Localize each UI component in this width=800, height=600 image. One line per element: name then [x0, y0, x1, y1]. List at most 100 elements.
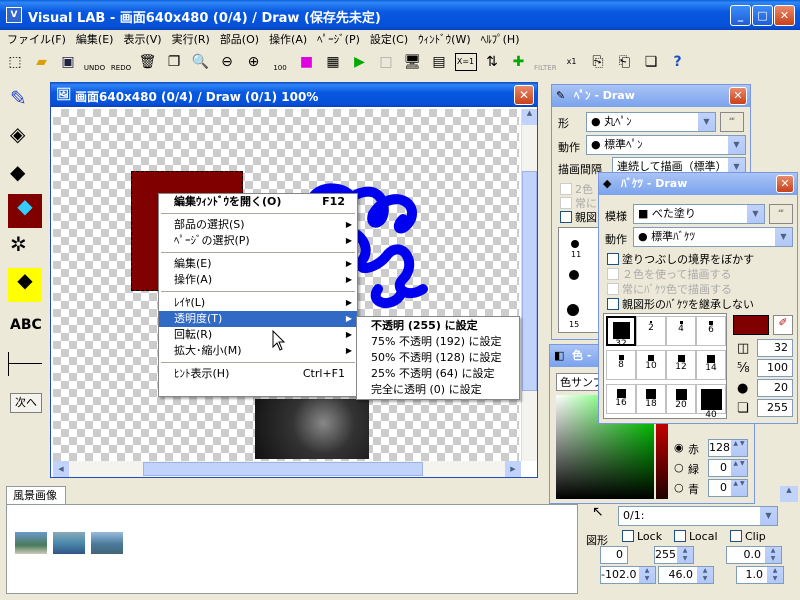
doc-vertical-scrollbar[interactable]: ▲: [521, 109, 537, 461]
zoom-icon[interactable]: 🔍: [190, 51, 212, 73]
props-s-field[interactable]: 1.0 ▲ ▼: [736, 566, 784, 584]
bucket-pattern-select[interactable]: ■ べた塗り ▼: [633, 204, 765, 224]
props-v2-field[interactable]: 255 ▲ ▼: [654, 546, 694, 564]
delete-icon[interactable]: 🗑: [137, 51, 159, 73]
pen-shape-select[interactable]: ● 丸ﾍﾟﾝ ▼: [586, 112, 716, 132]
export-icon[interactable]: ⎘: [587, 51, 609, 73]
undo-button[interactable]: UNDO: [84, 51, 106, 73]
thumbnail-3[interactable]: [91, 532, 123, 554]
menu-item-5[interactable]: 操作(A): [264, 30, 312, 50]
menu-item-6[interactable]: ﾍﾟｰｼﾞ(P): [312, 30, 365, 50]
bucket-option-checkbox[interactable]: 親図形のﾊﾞｹﾂを継承しない: [607, 296, 754, 312]
maximize-button[interactable]: □: [752, 5, 773, 26]
menu-item-9[interactable]: ﾍﾙﾌﾟ(H): [476, 30, 525, 50]
eyedropper-icon[interactable]: ✐: [773, 315, 793, 335]
bucket-value-field[interactable]: 100: [757, 359, 793, 377]
menu-item-3[interactable]: 実行(R): [167, 30, 215, 50]
color-icon[interactable]: ■: [296, 51, 318, 73]
arrange-icon[interactable]: ⇅: [481, 51, 503, 73]
new-icon[interactable]: ⬚: [4, 51, 26, 73]
props-y-field[interactable]: 46.0 ▲ ▼: [658, 566, 714, 584]
redo-button[interactable]: REDO: [110, 51, 132, 73]
submenu-item[interactable]: 25% 不透明 (64) に設定: [357, 366, 519, 382]
next-button[interactable]: 次へ: [10, 393, 42, 413]
context-menu-item[interactable]: 操作(A) ▶: [159, 272, 357, 288]
rgb-value-field[interactable]: 128 ▲ ▼: [708, 439, 748, 457]
brush-size-10[interactable]: 10: [636, 350, 666, 380]
thumbnail-2[interactable]: [53, 532, 85, 554]
bucket-tool-icon[interactable]: ◆: [8, 194, 42, 228]
props-scroll-up[interactable]: ▲: [780, 486, 798, 502]
x1b-button[interactable]: x1: [561, 51, 583, 73]
bucket-preset-icon[interactable]: 𝓌: [769, 204, 793, 224]
submenu-item[interactable]: 完全に透明 (0) に設定: [357, 382, 519, 398]
bucket-color-swatch[interactable]: [733, 315, 769, 335]
brush-size-2[interactable]: 2: [636, 316, 666, 346]
zoom-in-icon[interactable]: ⊕: [243, 51, 265, 73]
clip-checkbox[interactable]: Clip: [730, 530, 766, 543]
import-icon[interactable]: ⎗: [614, 51, 636, 73]
bucket-value-field[interactable]: 32: [757, 339, 793, 357]
pen-preset-icon[interactable]: 𝓌: [720, 112, 744, 132]
close-button[interactable]: ✕: [774, 5, 795, 26]
spray-tool-icon[interactable]: ✲: [10, 232, 40, 262]
rgb-value-field[interactable]: 0 ▲ ▼: [708, 459, 748, 477]
props-path-select[interactable]: 0/1: ▼: [618, 506, 778, 526]
bucket-option-checkbox[interactable]: 常にﾊﾞｹﾂ色で描画する: [607, 281, 732, 297]
line-tool-icon[interactable]: [8, 352, 42, 376]
brush-size-14[interactable]: 14: [696, 350, 726, 380]
minimize-button[interactable]: _: [730, 5, 751, 26]
pen-action-select[interactable]: ● 標準ﾍﾟﾝ ▼: [586, 135, 746, 155]
pen-opt3-checkbox[interactable]: 親図: [560, 209, 597, 225]
rgb-radio[interactable]: ○: [674, 461, 684, 474]
context-menu-item[interactable]: ﾋﾝﾄ表示(H) Ctrl+F1: [159, 366, 357, 382]
save-icon[interactable]: ▣: [57, 51, 79, 73]
grid-icon[interactable]: ▦: [322, 51, 344, 73]
menu-item-2[interactable]: 表示(V): [118, 30, 166, 50]
props-v3-field[interactable]: 0.0 ▲ ▼: [726, 546, 782, 564]
bucket-value-field[interactable]: 20: [757, 379, 793, 397]
menu-item-4[interactable]: 部品(O): [215, 30, 264, 50]
bucket-brush-grid[interactable]: 32 2 4 6 8 10 12 14 16 18 20 40: [603, 313, 727, 420]
brush-size-12[interactable]: 12: [666, 350, 696, 380]
props-x-field[interactable]: -102.0 ▲ ▼: [600, 566, 656, 584]
x1-button[interactable]: X=1: [454, 53, 477, 71]
brush-size-8[interactable]: 8: [606, 350, 636, 380]
monitor-icon[interactable]: 🖥: [402, 51, 424, 73]
brush-size-20[interactable]: 20: [666, 384, 696, 414]
context-menu-item[interactable]: 透明度(T) ▶: [159, 311, 357, 327]
app-icon[interactable]: V: [6, 7, 22, 23]
eraser-tool-icon[interactable]: ◈: [10, 122, 40, 152]
brush-size-18[interactable]: 18: [636, 384, 666, 414]
submenu-item[interactable]: 50% 不透明 (128) に設定: [357, 350, 519, 366]
brush-size-16[interactable]: 16: [606, 384, 636, 414]
zoom-out-icon[interactable]: ⊖: [216, 51, 238, 73]
thumb-tab[interactable]: 風景画像: [6, 486, 66, 504]
film-icon[interactable]: ▤: [428, 51, 450, 73]
context-menu-item[interactable]: ﾍﾟｰｼﾞの選択(P) ▶: [159, 233, 357, 249]
play-icon[interactable]: ▶: [349, 51, 371, 73]
context-menu-item[interactable]: 編集(E) ▶: [159, 256, 357, 272]
window-icon[interactable]: ❏: [640, 51, 662, 73]
help-icon[interactable]: ?: [667, 51, 689, 73]
menu-item-0[interactable]: ファイル(F): [2, 30, 71, 50]
doc-close-button[interactable]: ✕: [514, 85, 534, 105]
doc-horizontal-scrollbar[interactable]: ◀ ▶: [53, 461, 521, 477]
copy-icon[interactable]: ❐: [163, 51, 185, 73]
thumbnail-1[interactable]: [15, 532, 47, 554]
bucket-panel-close-button[interactable]: ✕: [776, 175, 794, 193]
context-menu-item[interactable]: 回転(R) ▶: [159, 327, 357, 343]
brush-size-4[interactable]: 4: [666, 316, 696, 346]
context-menu-item[interactable]: 編集ｳｨﾝﾄﾞｳを開く(O) F12: [159, 194, 357, 210]
open-folder-icon[interactable]: ▰: [31, 51, 53, 73]
bucket-option-checkbox[interactable]: 塗りつぶしの境界をぼかす: [607, 251, 754, 267]
menu-item-7[interactable]: 設定(C): [365, 30, 413, 50]
bucket-value-field[interactable]: 255: [757, 399, 793, 417]
filter-button[interactable]: FILTER: [534, 51, 557, 73]
brush-size-40[interactable]: 40: [696, 384, 726, 420]
brush-size-32[interactable]: 32: [606, 316, 636, 349]
menu-item-8[interactable]: ｳｨﾝﾄﾞｳ(W): [413, 30, 475, 50]
stop-icon[interactable]: □: [375, 51, 397, 73]
plugin-icon[interactable]: ✚: [508, 51, 530, 73]
pattern-tool-icon[interactable]: ◆: [10, 160, 40, 190]
